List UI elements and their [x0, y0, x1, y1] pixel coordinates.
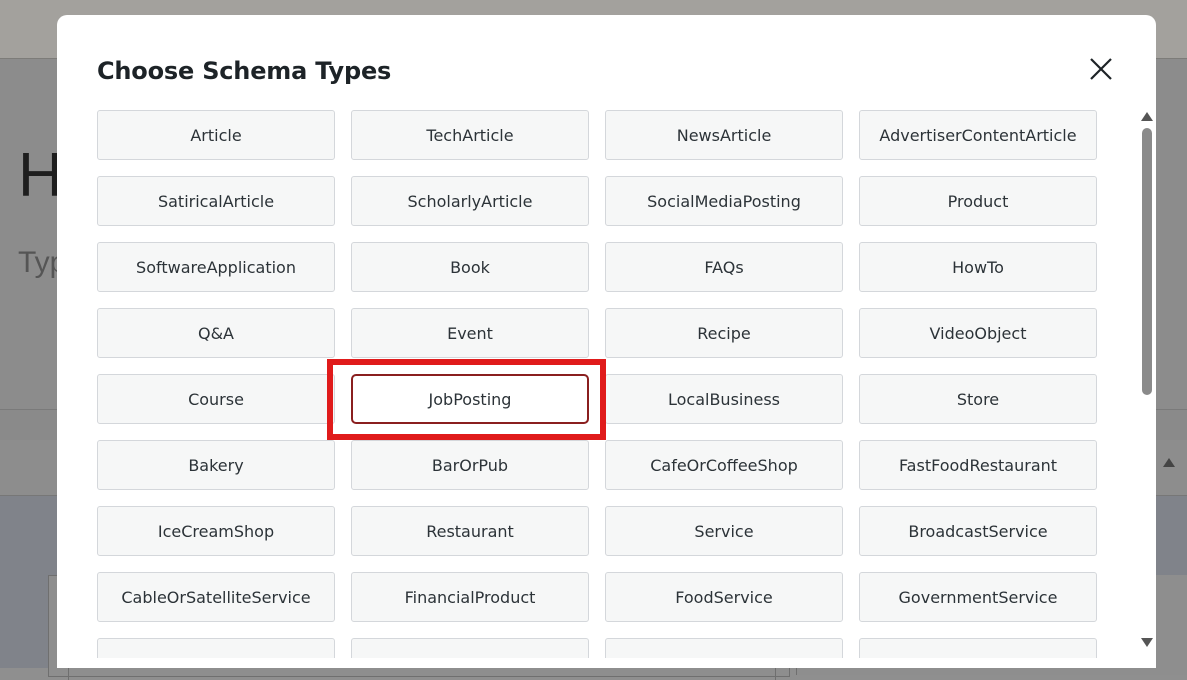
schema-type-button-barorpub[interactable]: BarOrPub	[351, 440, 589, 490]
schema-type-button-q-a[interactable]: Q&A	[97, 308, 335, 358]
schema-type-button-empty-33[interactable]	[351, 638, 589, 658]
schema-type-button-jobposting[interactable]: JobPosting	[351, 374, 589, 424]
schema-type-button-restaurant[interactable]: Restaurant	[351, 506, 589, 556]
schema-type-button-financialproduct[interactable]: FinancialProduct	[351, 572, 589, 622]
close-button[interactable]	[1087, 55, 1115, 83]
schema-type-button-faqs[interactable]: FAQs	[605, 242, 843, 292]
schema-type-button-fastfoodrestaurant[interactable]: FastFoodRestaurant	[859, 440, 1097, 490]
schema-type-button-course[interactable]: Course	[97, 374, 335, 424]
close-icon	[1090, 58, 1112, 80]
schema-type-button-cafeorcoffeeshop[interactable]: CafeOrCoffeeShop	[605, 440, 843, 490]
scroll-down-arrow-icon[interactable]	[1141, 638, 1153, 647]
schema-type-button-article[interactable]: Article	[97, 110, 335, 160]
schema-type-grid-viewport: Article TechArticle NewsArticle AdvertiserC…	[97, 110, 1107, 658]
schema-type-button-advertisercontentarticle[interactable]: AdvertiserContentArticle	[859, 110, 1097, 160]
schema-type-button-videoobject[interactable]: VideoObject	[859, 308, 1097, 358]
schema-type-button-store[interactable]: Store	[859, 374, 1097, 424]
schema-type-button-recipe[interactable]: Recipe	[605, 308, 843, 358]
schema-type-button-broadcastservice[interactable]: BroadcastService	[859, 506, 1097, 556]
schema-type-button-scholarlyarticle[interactable]: ScholarlyArticle	[351, 176, 589, 226]
schema-type-button-localbusiness[interactable]: LocalBusiness	[605, 374, 843, 424]
schema-type-button-foodservice[interactable]: FoodService	[605, 572, 843, 622]
schema-type-button-icecreamshop[interactable]: IceCreamShop	[97, 506, 335, 556]
scrollbar-thumb[interactable]	[1142, 128, 1152, 395]
schema-type-button-product[interactable]: Product	[859, 176, 1097, 226]
schema-type-button-book[interactable]: Book	[351, 242, 589, 292]
schema-type-button-governmentservice[interactable]: GovernmentService	[859, 572, 1097, 622]
schema-type-button-softwareapplication[interactable]: SoftwareApplication	[97, 242, 335, 292]
schema-type-button-service[interactable]: Service	[605, 506, 843, 556]
background-collapse-arrow-icon	[1163, 458, 1175, 467]
modal-title: Choose Schema Types	[97, 57, 392, 85]
schema-type-button-event[interactable]: Event	[351, 308, 589, 358]
schema-type-button-satiricalarticle[interactable]: SatiricalArticle	[97, 176, 335, 226]
schema-type-button-cableorsatelliteservice[interactable]: CableOrSatelliteService	[97, 572, 335, 622]
modal-scrollbar[interactable]	[1140, 110, 1154, 650]
schema-type-button-bakery[interactable]: Bakery	[97, 440, 335, 490]
schema-types-modal: Choose Schema Types Article TechArticle Ne…	[57, 15, 1156, 668]
schema-type-button-empty-35[interactable]	[859, 638, 1097, 658]
schema-type-button-empty-34[interactable]	[605, 638, 843, 658]
schema-type-button-empty-32[interactable]	[97, 638, 335, 658]
schema-type-button-socialmediaposting[interactable]: SocialMediaPosting	[605, 176, 843, 226]
schema-type-button-newsarticle[interactable]: NewsArticle	[605, 110, 843, 160]
schema-type-grid: Article TechArticle NewsArticle AdvertiserC…	[97, 110, 1107, 658]
schema-type-button-techarticle[interactable]: TechArticle	[351, 110, 589, 160]
schema-type-button-howto[interactable]: HowTo	[859, 242, 1097, 292]
scroll-up-arrow-icon[interactable]	[1141, 112, 1153, 121]
